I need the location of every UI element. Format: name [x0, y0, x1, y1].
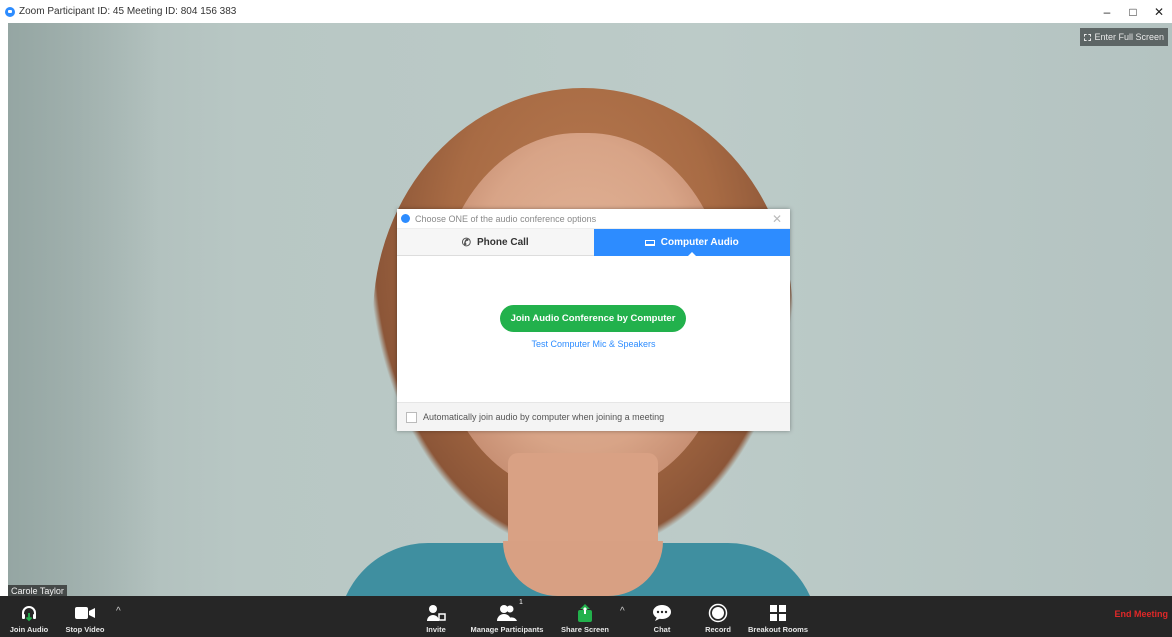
join-audio-label: Join Audio — [9, 625, 49, 634]
share-options-caret[interactable]: ^ — [620, 606, 625, 617]
audio-options-dialog: Choose ONE of the audio conference optio… — [397, 209, 790, 431]
join-audio-by-computer-button[interactable]: Join Audio Conference by Computer — [500, 305, 686, 332]
laptop-icon — [644, 239, 655, 246]
breakout-rooms-icon — [769, 603, 787, 623]
test-mic-speakers-link[interactable]: Test Computer Mic & Speakers — [397, 339, 790, 349]
audio-tabs: ✆ Phone Call Computer Audio — [397, 229, 790, 257]
fullscreen-icon — [1084, 33, 1092, 41]
window-title: Zoom Participant ID: 45 Meeting ID: 804 … — [19, 6, 237, 17]
chat-label: Chat — [653, 625, 671, 634]
video-options-caret[interactable]: ^ — [116, 606, 121, 617]
dialog-title: Choose ONE of the audio conference optio… — [415, 213, 597, 224]
share-screen-icon — [575, 603, 595, 623]
background-wall — [8, 23, 158, 596]
invite-icon — [426, 603, 446, 623]
zoom-logo-icon — [5, 6, 15, 17]
maximize-button[interactable]: □ — [1120, 5, 1146, 19]
enter-full-screen-button[interactable]: Enter Full Screen — [1080, 28, 1168, 46]
end-meeting-button[interactable]: End Meeting — [1115, 609, 1169, 619]
breakout-rooms-label: Breakout Rooms — [747, 625, 808, 634]
tab-phone-call[interactable]: ✆ Phone Call — [397, 229, 594, 256]
dialog-footer: Automatically join audio by computer whe… — [397, 402, 790, 431]
record-label: Record — [705, 625, 731, 634]
share-screen-button[interactable]: Share Screen — [556, 596, 614, 637]
manage-participants-label: Manage Participants — [470, 625, 544, 634]
auto-join-checkbox[interactable] — [406, 411, 417, 423]
manage-participants-button[interactable]: 1 Manage Participants — [462, 596, 552, 637]
dialog-close-button[interactable]: ✕ — [772, 212, 782, 226]
chat-icon — [652, 603, 672, 623]
video-camera-icon — [74, 603, 96, 623]
stop-video-button[interactable]: Stop Video — [58, 596, 112, 637]
zoom-logo-icon — [401, 214, 410, 223]
join-audio-button[interactable]: Join Audio — [4, 596, 54, 637]
participants-icon: 1 — [496, 599, 523, 623]
stop-video-label: Stop Video — [65, 625, 105, 634]
minimize-button[interactable]: – — [1094, 5, 1120, 19]
tab-phone-call-label: Phone Call — [477, 236, 529, 248]
dialog-titlebar: Choose ONE of the audio conference optio… — [397, 209, 790, 229]
invite-button[interactable]: Invite — [420, 596, 452, 637]
headphones-icon — [20, 603, 38, 623]
auto-join-label: Automatically join audio by computer whe… — [423, 412, 665, 422]
record-icon — [708, 603, 728, 623]
chat-button[interactable]: Chat — [646, 596, 678, 637]
close-window-button[interactable]: ✕ — [1146, 5, 1172, 19]
share-screen-label: Share Screen — [561, 625, 609, 634]
tab-computer-audio[interactable]: Computer Audio — [593, 229, 790, 257]
window-titlebar: Zoom Participant ID: 45 Meeting ID: 804 … — [0, 0, 1172, 23]
record-button[interactable]: Record — [700, 596, 736, 637]
meeting-toolbar: Join Audio Stop Video ^ Invite 1 Manage … — [0, 596, 1172, 637]
phone-icon: ✆ — [461, 236, 472, 249]
participant-count-badge: 1 — [519, 599, 523, 606]
fullscreen-label: Enter Full Screen — [1094, 32, 1164, 42]
tab-computer-audio-label: Computer Audio — [660, 237, 739, 248]
invite-label: Invite — [426, 625, 446, 634]
window-controls: – □ ✕ — [1094, 0, 1172, 23]
breakout-rooms-button[interactable]: Breakout Rooms — [740, 596, 816, 637]
